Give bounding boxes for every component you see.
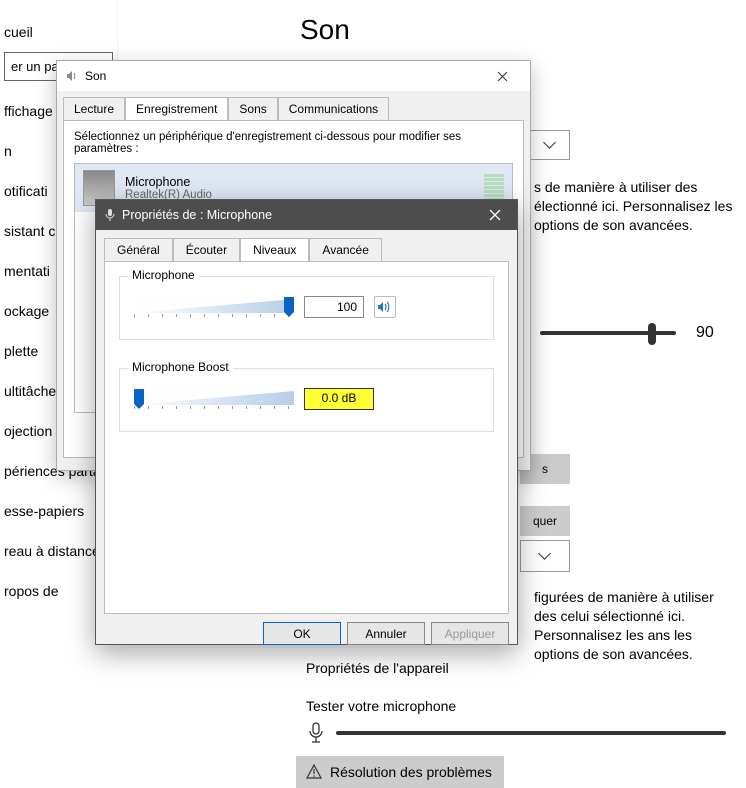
speaker-icon [377, 300, 393, 314]
test-mic-label: Tester votre microphone [306, 698, 456, 714]
chevron-down-icon [545, 140, 555, 150]
partial-button[interactable]: quer [520, 506, 570, 536]
tab-general[interactable]: Général [104, 238, 173, 261]
tab-listen[interactable]: Écouter [173, 238, 240, 261]
recording-hint: Sélectionnez un périphérique d'enregistr… [74, 131, 513, 155]
close-icon [489, 209, 501, 221]
speaker-icon [65, 69, 79, 83]
output-description: s de manière à utiliser des électionné i… [534, 178, 734, 235]
tab-playback[interactable]: Lecture [63, 97, 125, 120]
sound-dialog-tabs: Lecture Enregistrement Sons Communicatio… [57, 91, 530, 120]
troubleshoot-label: Résolution des problèmes [330, 764, 492, 780]
microphone-icon [104, 208, 116, 222]
sound-dialog-titlebar[interactable]: Son [57, 61, 530, 91]
tab-levels[interactable]: Niveaux [240, 238, 309, 261]
main-volume-slider[interactable] [540, 331, 676, 335]
tab-advanced[interactable]: Avancée [309, 238, 381, 261]
close-button[interactable] [473, 200, 517, 230]
page-title: Son [300, 14, 350, 46]
tab-recording[interactable]: Enregistrement [125, 97, 228, 120]
ok-button[interactable]: OK [263, 622, 341, 645]
microphone-boost-label: Microphone Boost [128, 360, 233, 374]
microphone-level-label: Microphone [128, 268, 199, 282]
tab-sounds[interactable]: Sons [228, 97, 277, 120]
mic-properties-title: Propriétés de : Microphone [122, 208, 272, 222]
output-device-dropdown[interactable] [530, 130, 570, 160]
warning-icon [306, 764, 322, 780]
device-properties-link[interactable]: Propriétés de l'appareil [306, 660, 449, 676]
mic-properties-dialog: Propriétés de : Microphone Général Écout… [95, 199, 518, 645]
microphone-level-value[interactable] [304, 296, 364, 318]
input-device-dropdown[interactable] [520, 540, 570, 572]
microphone-icon [306, 722, 326, 744]
device-name: Microphone [125, 175, 212, 189]
mic-properties-titlebar[interactable]: Propriétés de : Microphone [96, 200, 517, 230]
sound-dialog-title: Son [85, 69, 106, 83]
troubleshoot-button[interactable]: Résolution des problèmes [296, 756, 504, 788]
main-volume-value: 90 [696, 324, 714, 342]
chevron-down-icon [540, 551, 550, 561]
cancel-button[interactable]: Annuler [347, 622, 425, 645]
close-icon [497, 71, 508, 82]
microphone-level-slider[interactable] [134, 297, 294, 317]
microphone-boost-group: Microphone Boost 0.0 dB [119, 368, 494, 432]
close-button[interactable] [482, 62, 522, 90]
tab-communications[interactable]: Communications [278, 97, 389, 120]
input-description: figurées de manière à utiliser des celui… [534, 588, 734, 664]
mic-properties-tabs: Général Écouter Niveaux Avancée [96, 230, 517, 261]
microphone-boost-value: 0.0 dB [304, 388, 374, 410]
apply-button[interactable]: Appliquer [431, 622, 509, 645]
microphone-level-group: Microphone [119, 276, 494, 340]
mic-level-bar [336, 731, 726, 735]
microphone-boost-slider[interactable] [134, 389, 294, 409]
sidebar-item[interactable]: cueil [0, 12, 117, 52]
mute-toggle[interactable] [374, 296, 396, 318]
